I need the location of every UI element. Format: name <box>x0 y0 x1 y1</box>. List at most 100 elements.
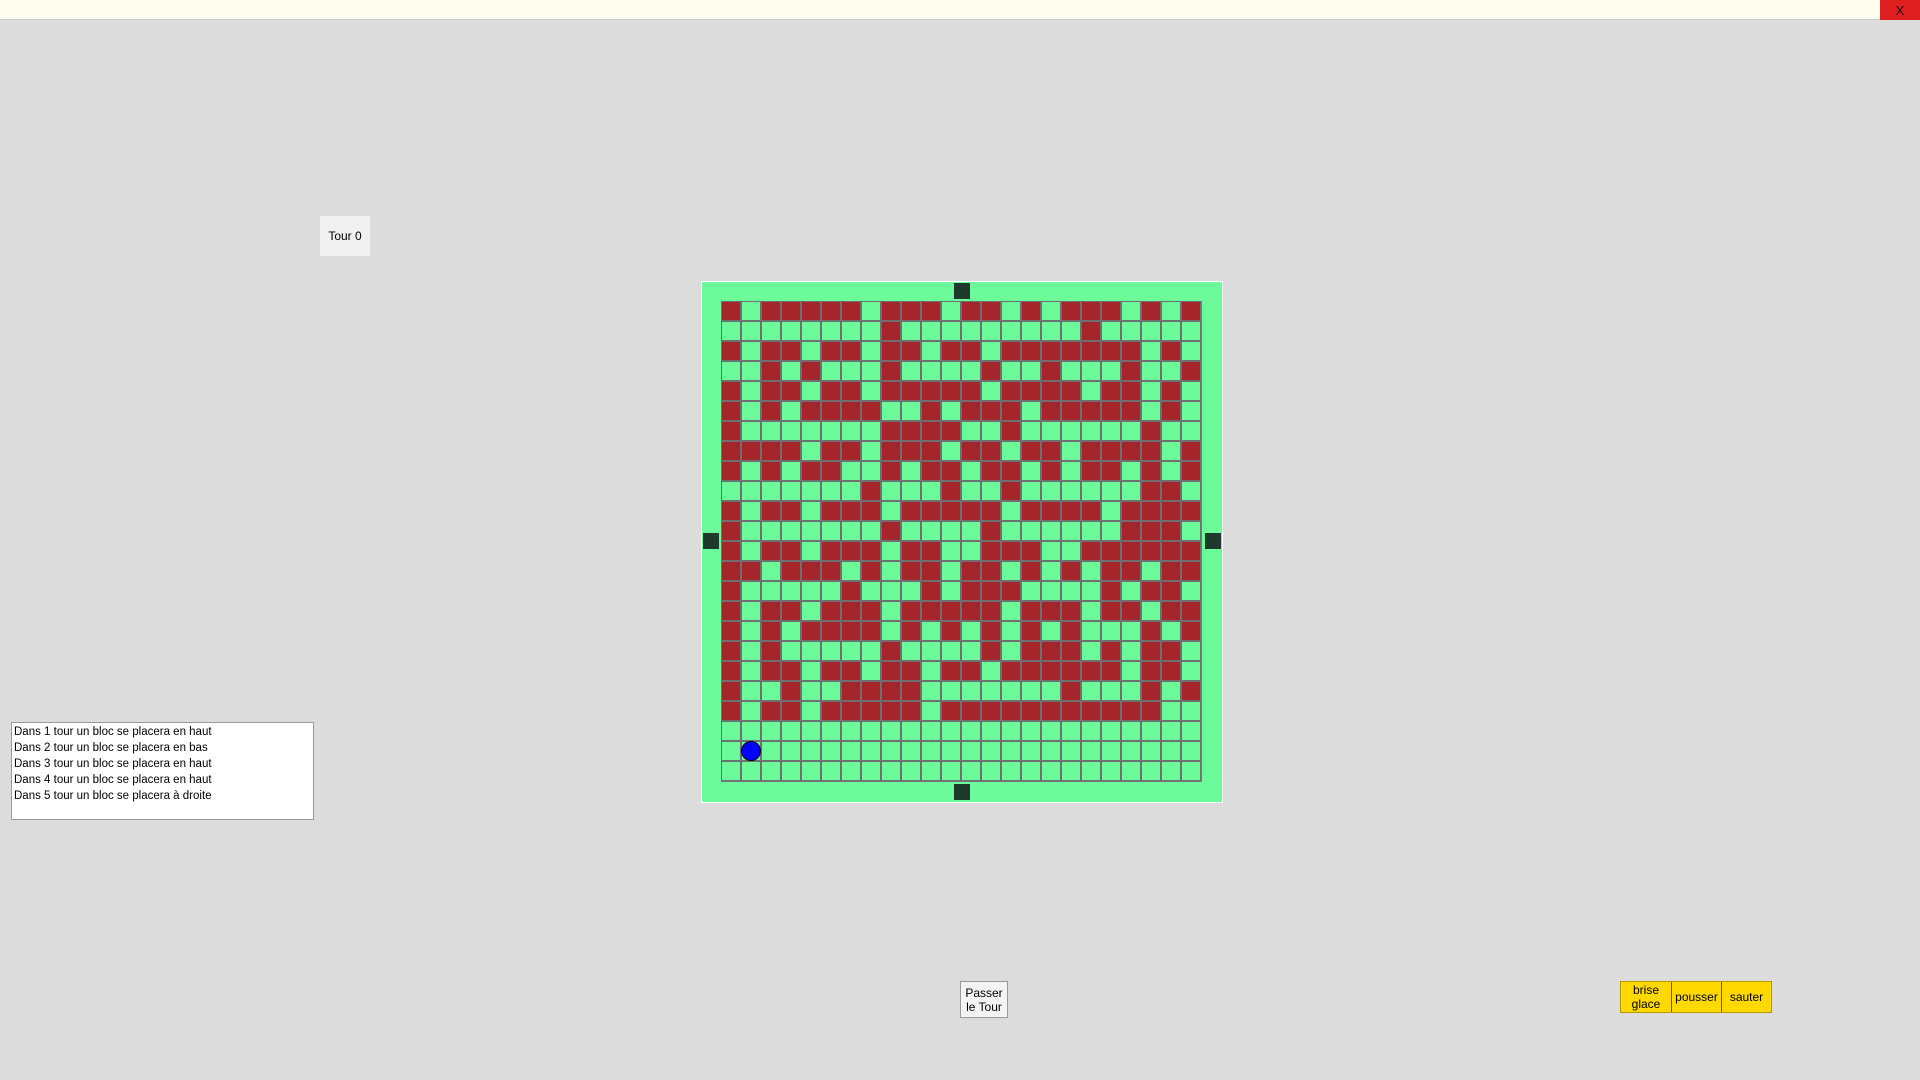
ice-cell[interactable] <box>921 721 941 741</box>
wall-cell[interactable] <box>801 461 821 481</box>
ice-cell[interactable] <box>1161 681 1181 701</box>
wall-cell[interactable] <box>761 401 781 421</box>
ice-cell[interactable] <box>1181 521 1201 541</box>
wall-cell[interactable] <box>841 581 861 601</box>
wall-cell[interactable] <box>901 681 921 701</box>
ice-cell[interactable] <box>1021 521 1041 541</box>
wall-cell[interactable] <box>1021 541 1041 561</box>
wall-cell[interactable] <box>721 701 741 721</box>
wall-cell[interactable] <box>981 621 1001 641</box>
ice-cell[interactable] <box>1101 721 1121 741</box>
ice-cell[interactable] <box>1041 581 1061 601</box>
wall-cell[interactable] <box>961 501 981 521</box>
wall-cell[interactable] <box>781 541 801 561</box>
wall-cell[interactable] <box>1181 301 1201 321</box>
ice-cell[interactable] <box>1101 501 1121 521</box>
ice-cell[interactable] <box>941 521 961 541</box>
wall-cell[interactable] <box>1141 541 1161 561</box>
ice-cell[interactable] <box>901 761 921 781</box>
ice-cell[interactable] <box>761 581 781 601</box>
wall-cell[interactable] <box>1161 481 1181 501</box>
wall-cell[interactable] <box>1021 561 1041 581</box>
wall-cell[interactable] <box>741 441 761 461</box>
wall-cell[interactable] <box>941 601 961 621</box>
ice-cell[interactable] <box>941 561 961 581</box>
ice-cell[interactable] <box>1041 721 1061 741</box>
wall-cell[interactable] <box>981 601 1001 621</box>
ice-cell[interactable] <box>1001 601 1021 621</box>
wall-cell[interactable] <box>1001 661 1021 681</box>
ice-cell[interactable] <box>941 321 961 341</box>
ice-cell[interactable] <box>761 561 781 581</box>
ice-cell[interactable] <box>861 661 881 681</box>
ice-cell[interactable] <box>741 341 761 361</box>
ice-cell[interactable] <box>761 681 781 701</box>
wall-cell[interactable] <box>881 361 901 381</box>
wall-cell[interactable] <box>1121 601 1141 621</box>
ice-cell[interactable] <box>821 481 841 501</box>
ice-cell[interactable] <box>1021 721 1041 741</box>
wall-cell[interactable] <box>761 541 781 561</box>
wall-cell[interactable] <box>1021 701 1041 721</box>
wall-cell[interactable] <box>901 661 921 681</box>
wall-cell[interactable] <box>981 501 1001 521</box>
ice-cell[interactable] <box>861 581 881 601</box>
ice-cell[interactable] <box>1041 761 1061 781</box>
wall-cell[interactable] <box>1181 541 1201 561</box>
wall-cell[interactable] <box>1141 501 1161 521</box>
ice-cell[interactable] <box>841 561 861 581</box>
wall-cell[interactable] <box>1141 701 1161 721</box>
ice-cell[interactable] <box>981 661 1001 681</box>
wall-cell[interactable] <box>821 701 841 721</box>
wall-cell[interactable] <box>1121 381 1141 401</box>
ice-cell[interactable] <box>781 721 801 741</box>
wall-cell[interactable] <box>1181 501 1201 521</box>
ice-cell[interactable] <box>1021 401 1041 421</box>
wall-cell[interactable] <box>781 341 801 361</box>
wall-cell[interactable] <box>921 501 941 521</box>
ice-cell[interactable] <box>961 481 981 501</box>
ice-cell[interactable] <box>821 741 841 761</box>
wall-cell[interactable] <box>1021 341 1041 361</box>
wall-cell[interactable] <box>921 561 941 581</box>
ice-cell[interactable] <box>761 421 781 441</box>
ice-cell[interactable] <box>1081 561 1101 581</box>
ice-cell[interactable] <box>781 521 801 541</box>
wall-cell[interactable] <box>941 701 961 721</box>
ice-cell[interactable] <box>841 421 861 441</box>
ice-cell[interactable] <box>761 521 781 541</box>
wall-cell[interactable] <box>1181 461 1201 481</box>
ice-cell[interactable] <box>1161 621 1181 641</box>
ice-cell[interactable] <box>1121 681 1141 701</box>
ice-cell[interactable] <box>1121 761 1141 781</box>
ice-cell[interactable] <box>841 461 861 481</box>
wall-cell[interactable] <box>1101 401 1121 421</box>
wall-cell[interactable] <box>881 301 901 321</box>
ice-cell[interactable] <box>741 761 761 781</box>
ice-cell[interactable] <box>981 321 1001 341</box>
wall-cell[interactable] <box>761 361 781 381</box>
ice-cell[interactable] <box>781 481 801 501</box>
ice-cell[interactable] <box>1001 681 1021 701</box>
wall-cell[interactable] <box>1101 661 1121 681</box>
wall-cell[interactable] <box>1021 601 1041 621</box>
ice-cell[interactable] <box>1061 741 1081 761</box>
wall-cell[interactable] <box>881 521 901 541</box>
wall-cell[interactable] <box>761 661 781 681</box>
wall-cell[interactable] <box>1041 661 1061 681</box>
wall-cell[interactable] <box>1041 401 1061 421</box>
wall-cell[interactable] <box>801 621 821 641</box>
wall-cell[interactable] <box>1101 301 1121 321</box>
ice-cell[interactable] <box>1141 561 1161 581</box>
ice-cell[interactable] <box>741 481 761 501</box>
wall-cell[interactable] <box>841 401 861 421</box>
ice-cell[interactable] <box>841 761 861 781</box>
wall-cell[interactable] <box>941 421 961 441</box>
ice-cell[interactable] <box>1141 601 1161 621</box>
ice-cell[interactable] <box>741 381 761 401</box>
wall-cell[interactable] <box>981 641 1001 661</box>
wall-cell[interactable] <box>941 481 961 501</box>
ice-cell[interactable] <box>1001 501 1021 521</box>
ice-cell[interactable] <box>981 721 1001 741</box>
ice-cell[interactable] <box>961 521 981 541</box>
